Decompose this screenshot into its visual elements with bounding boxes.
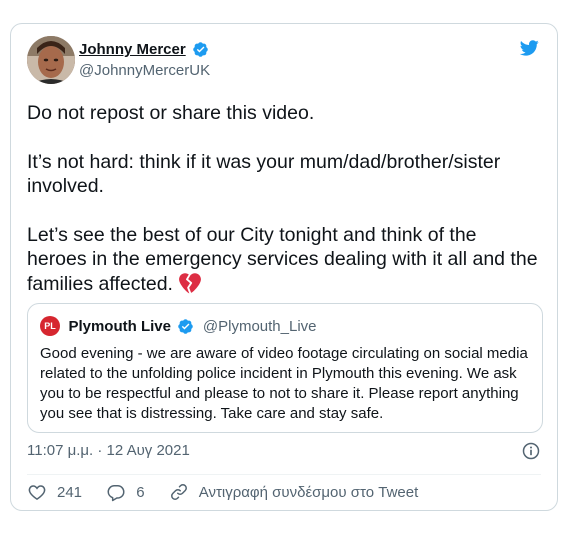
quoted-handle: @Plymouth_Live (202, 317, 317, 335)
reply-count: 6 (136, 483, 145, 501)
tweet-actions: 241 6 Αντιγραφή συνδέσμου στο Tweet (27, 482, 438, 504)
quoted-display-name: Plymouth Live (68, 317, 171, 335)
author-handle[interactable]: @JohnnyMercerUK (79, 62, 210, 79)
info-icon[interactable] (521, 441, 541, 461)
reply-button[interactable]: 6 (106, 482, 145, 502)
quoted-text: Good evening - we are aware of video foo… (40, 345, 528, 422)
quoted-tweet[interactable]: PL Plymouth Live @Plymouth_Live Good eve… (27, 303, 543, 433)
verified-badge-icon (193, 42, 208, 58)
like-button[interactable]: 241 (27, 482, 82, 502)
tweet-paragraph-last: Let’s see the best of our City tonight a… (27, 223, 541, 297)
tweet-paragraph: It’s not hard: think if it was your mum/… (27, 150, 501, 198)
tweet-paragraph-text: Let’s see the best of our City tonight a… (27, 223, 538, 295)
reply-icon (107, 485, 125, 502)
like-count: 241 (57, 483, 83, 501)
link-icon (170, 484, 187, 500)
tweet-card: Johnny Mercer @JohnnyMercerUK Do not rep… (10, 23, 558, 511)
heart-icon (28, 485, 46, 500)
copy-link-button[interactable]: Αντιγραφή συνδέσμου στο Tweet (169, 482, 419, 502)
tweet-paragraph: Do not repost or share this video. (27, 102, 315, 124)
broken-heart-emoji (179, 272, 202, 293)
quoted-avatar: PL (40, 316, 60, 336)
author-name-block: Johnny Mercer @JohnnyMercerUK (79, 41, 210, 79)
author-display-name[interactable]: Johnny Mercer (79, 41, 186, 58)
twitter-bird-icon[interactable] (517, 38, 541, 58)
author-avatar-image (27, 36, 75, 84)
quoted-tweet-header: PL Plymouth Live @Plymouth_Live (40, 316, 317, 336)
verified-badge-icon (178, 318, 194, 334)
author-avatar[interactable] (27, 36, 75, 84)
tweet-header: Johnny Mercer @JohnnyMercerUK (27, 36, 541, 86)
tweet-timestamp[interactable]: 11:07 μ.μ. · 12 Αυγ 2021 (27, 442, 190, 459)
tweet-body: Do not repost or share this video. It’s … (27, 101, 541, 320)
action-divider (27, 474, 541, 475)
copy-link-label: Αντιγραφή συνδέσμου στο Tweet (198, 483, 419, 501)
